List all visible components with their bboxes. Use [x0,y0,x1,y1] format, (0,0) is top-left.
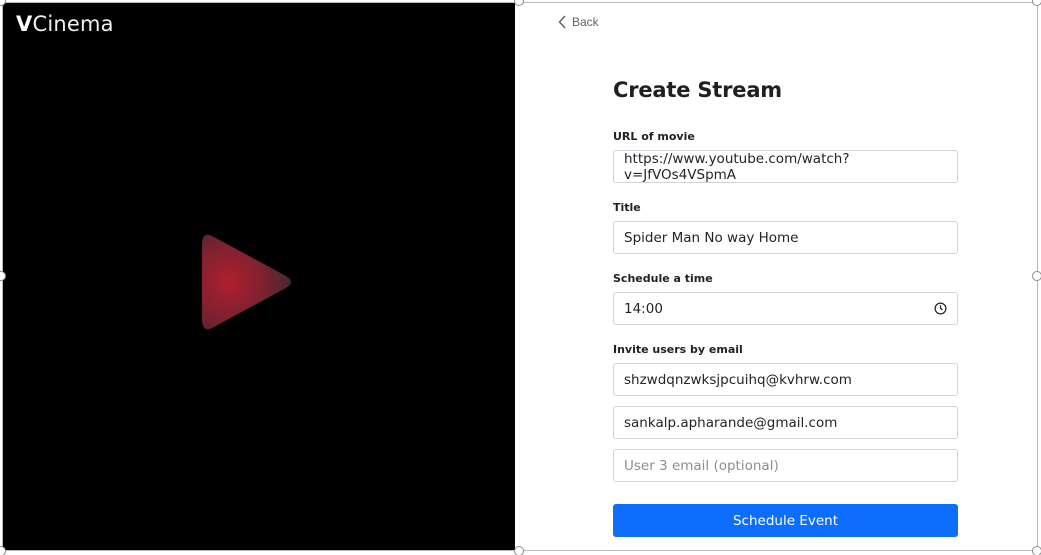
selection-frame [2,2,1038,551]
resize-handle-bottom-right[interactable] [1032,546,1041,555]
resize-handle-bottom-left[interactable] [0,546,6,555]
resize-handle-top-right[interactable] [1032,0,1041,6]
resize-handle-bottom-center[interactable] [514,546,524,555]
resize-handle-middle-right[interactable] [1032,271,1041,281]
